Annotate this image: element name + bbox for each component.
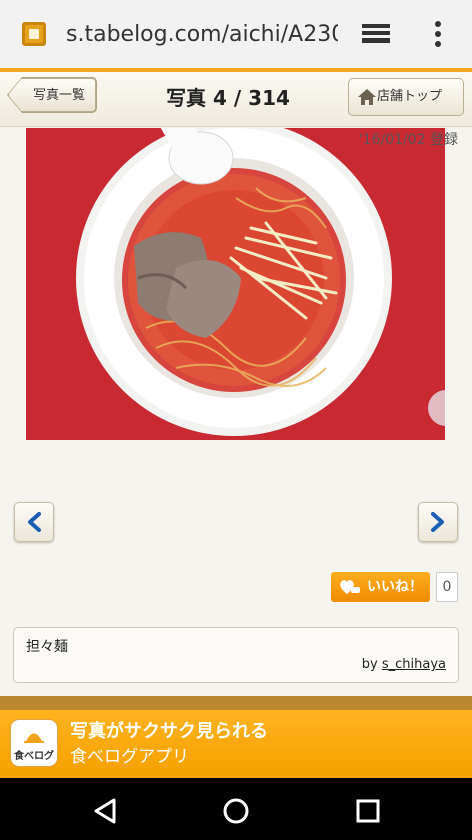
home-circle-icon[interactable] <box>222 797 250 825</box>
banner-top-strip <box>0 696 472 710</box>
browser-toolbar: s.tabelog.com/aichi/A230 <box>0 0 472 69</box>
ramen-bowl-image <box>26 128 445 440</box>
next-photo-button[interactable] <box>418 502 458 542</box>
photo-caption-box: 担々麺 by s_chihaya <box>13 627 459 683</box>
tabelog-favicon-icon <box>22 22 46 46</box>
photo-registered-date: '16/01/02 登録 <box>358 132 458 148</box>
overflow-menu-icon[interactable] <box>432 20 444 48</box>
like-button[interactable]: いいね！ <box>331 572 430 602</box>
back-triangle-icon[interactable] <box>92 798 118 824</box>
heart-hand-icon <box>340 580 360 594</box>
android-navigation-bar <box>0 778 472 840</box>
app-icon-label: 食べログ <box>14 751 54 762</box>
home-icon <box>358 89 376 105</box>
page-title: 写真 4 / 314 <box>166 86 290 110</box>
recent-apps-icon[interactable] <box>356 799 380 823</box>
store-top-button[interactable]: 店舗トップ <box>348 78 464 116</box>
chevron-left-icon <box>28 512 41 532</box>
cloche-icon <box>24 733 44 743</box>
dish-name: 担々麺 <box>26 639 68 655</box>
url-bar[interactable]: s.tabelog.com/aichi/A230 <box>66 18 338 52</box>
like-count: 0 <box>436 572 458 602</box>
photo-list-back-button[interactable]: 写真一覧 <box>8 78 96 112</box>
by-prefix: by <box>361 657 378 672</box>
banner-subtitle: 食べログアプリ <box>70 747 189 767</box>
banner-title: 写真がサクサク見られる <box>70 721 268 742</box>
store-top-label: 店舗トップ <box>377 89 443 104</box>
like-label: いいね！ <box>367 579 423 595</box>
author-link[interactable]: s_chihaya <box>382 657 446 672</box>
page-header: 写真一覧 写真 4 / 314 店舗トップ <box>0 72 472 127</box>
chevron-right-icon <box>431 512 444 532</box>
tabelog-app-icon: 食べログ <box>10 719 58 767</box>
app-promo-banner[interactable]: 食べログ 写真がサクサク見られる 食べログアプリ <box>0 710 472 778</box>
previous-photo-button[interactable] <box>14 502 54 542</box>
tabs-switcher-icon[interactable] <box>360 22 392 46</box>
caption-author: by s_chihaya <box>362 657 446 672</box>
